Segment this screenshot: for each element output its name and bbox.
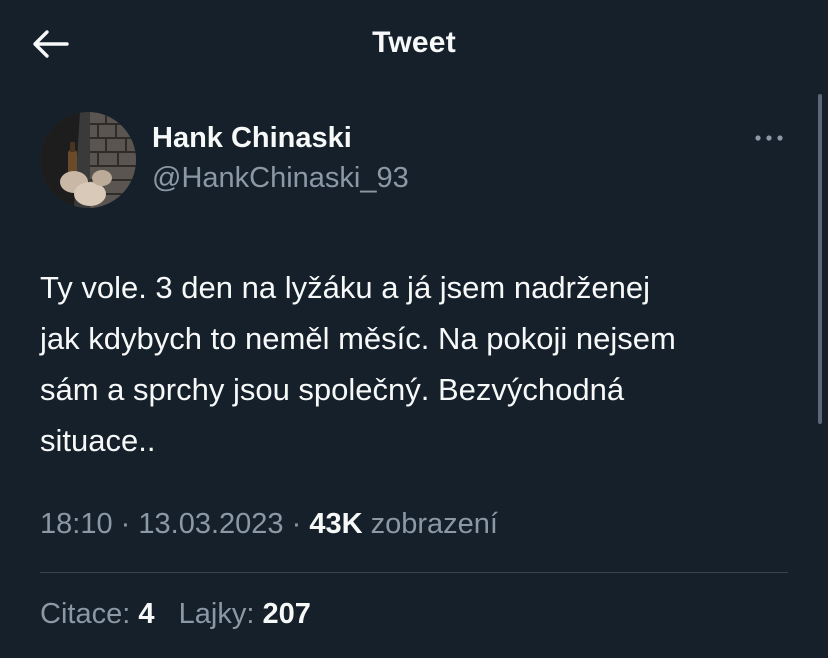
tweet-text-line: jak kdybych to neměl měsíc. Na pokoji ne…	[40, 321, 676, 356]
scrollbar[interactable]	[818, 94, 822, 424]
tweet-text-line: Ty vole. 3 den na lyžáku a já jsem nadrž…	[40, 270, 651, 305]
top-bar: Tweet	[0, 0, 828, 88]
more-horizontal-icon	[755, 135, 783, 141]
author-name[interactable]: Hank Chinaski	[152, 122, 352, 155]
quotes-count: 4	[138, 598, 155, 630]
tweet-stats: Citace: 4 Lajky: 207	[40, 598, 311, 631]
likes-stat[interactable]: Lajky: 207	[179, 598, 311, 630]
likes-label: Lajky:	[178, 598, 255, 630]
tweet-date[interactable]: 13.03.2023	[138, 508, 283, 540]
quotes-label: Citace:	[40, 598, 131, 630]
separator: ·	[120, 508, 131, 540]
quotes-stat[interactable]: Citace: 4	[40, 598, 163, 630]
author-handle[interactable]: @HankChinaski_93	[152, 162, 409, 195]
more-options-button[interactable]	[752, 126, 786, 150]
avatar-photo	[40, 112, 136, 208]
tweet-metadata: 18:10 · 13.03.2023 · 43K zobrazení	[40, 508, 498, 541]
tweet-time[interactable]: 18:10	[40, 508, 113, 540]
likes-count: 207	[262, 598, 311, 630]
separator: ·	[291, 508, 302, 540]
tweet-text-line: situace..	[40, 423, 156, 458]
tweet-text-line: sám a sprchy jsou společný. Bezvýchodná	[40, 372, 625, 407]
divider	[40, 572, 788, 573]
views-count: 43K	[309, 508, 363, 540]
views-label: zobrazení	[370, 508, 498, 540]
avatar[interactable]	[40, 112, 136, 208]
tweet-text: Ty vole. 3 den na lyžáku a já jsem nadrž…	[40, 262, 800, 466]
page-title: Tweet	[372, 26, 456, 59]
